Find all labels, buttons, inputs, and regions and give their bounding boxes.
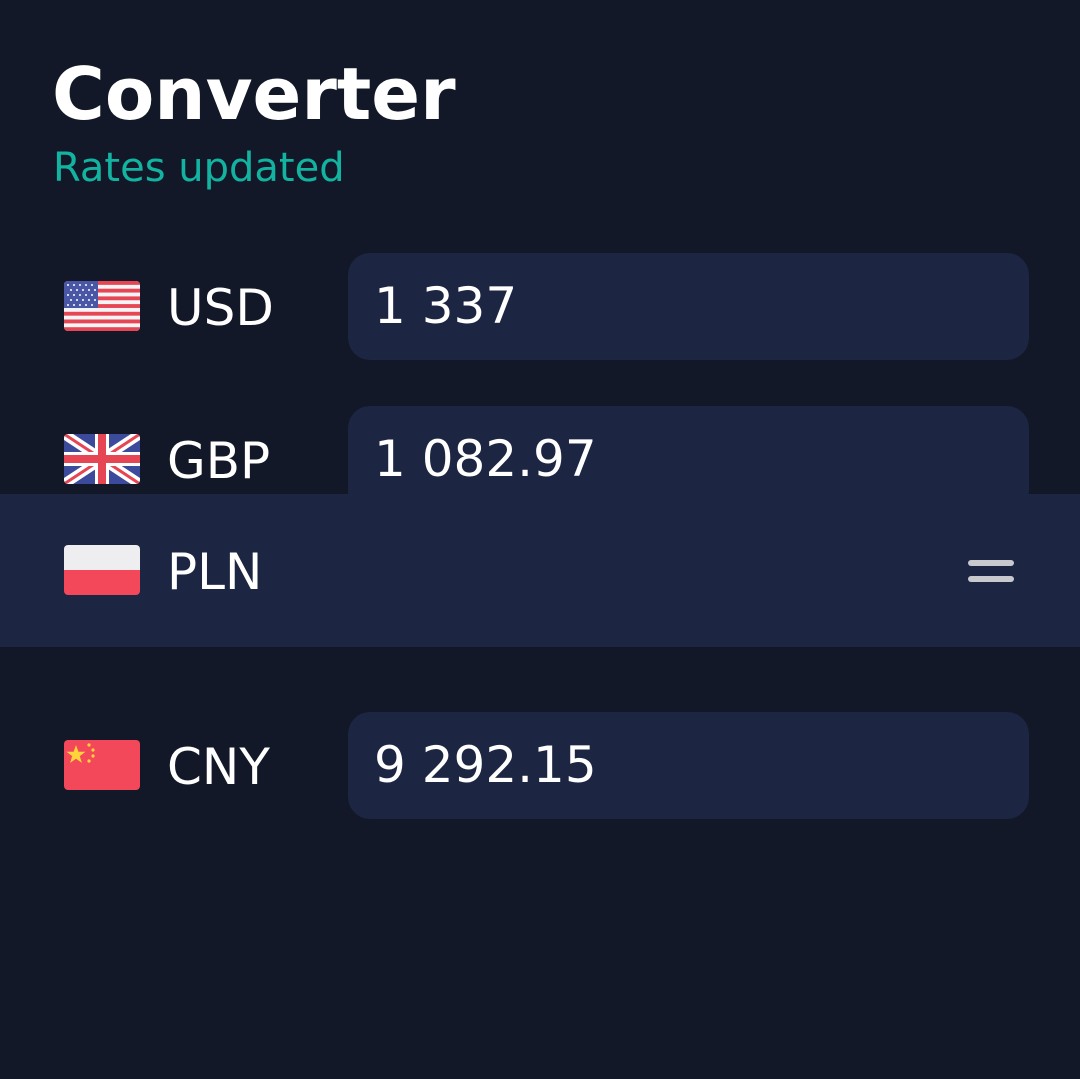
drag-handle-icon[interactable] [968,557,1014,585]
uk-flag-icon [64,434,140,484]
currency-code-gbp: GBP [167,432,271,490]
amount-field-cny[interactable]: 9 292.15 [348,712,1029,819]
amount-field-usd[interactable]: 1 337 [348,253,1029,360]
us-flag-icon [64,281,140,331]
page-title: Converter [52,52,456,136]
currency-row-pln-dragging[interactable] [0,494,1080,647]
rates-status: Rates updated [53,145,345,191]
currency-code-cny: CNY [167,738,270,796]
pl-flag-icon [64,545,140,595]
cn-flag-icon [64,740,140,790]
currency-code-pln: PLN [167,543,263,601]
currency-code-usd: USD [167,279,274,337]
